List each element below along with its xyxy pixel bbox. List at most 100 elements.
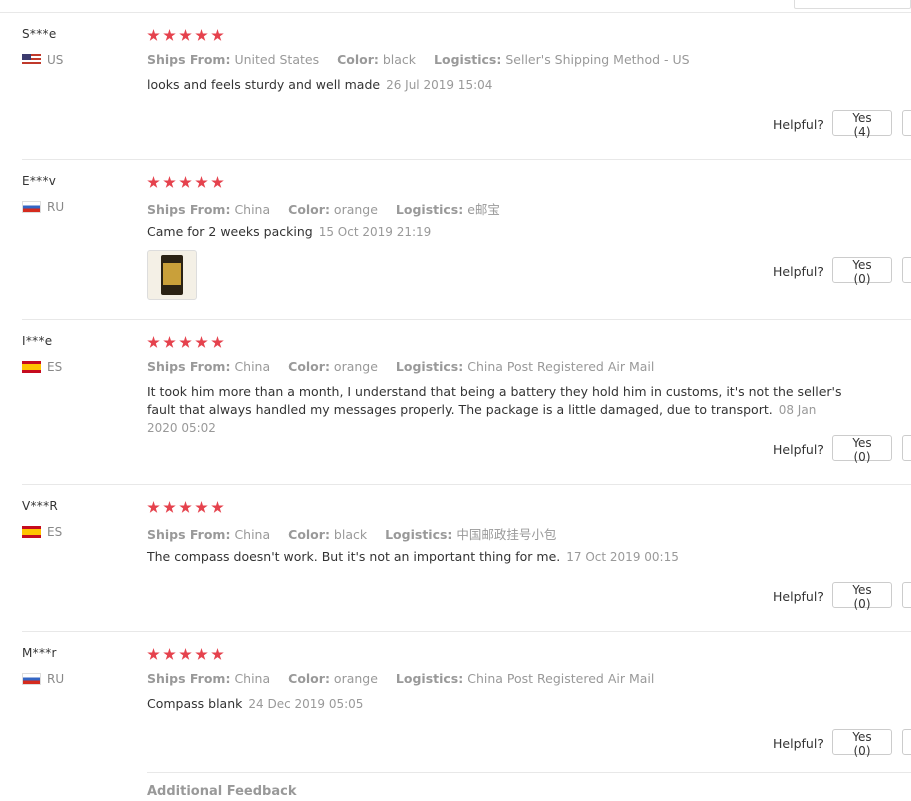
helpful-yes-button[interactable]: Yes (4) (832, 110, 892, 139)
ships-from-value: China (234, 671, 271, 686)
logistics-value: China Post Registered Air Mail (467, 359, 655, 374)
star-icon (195, 648, 208, 660)
logistics-label: Logistics: (434, 52, 502, 67)
additional-feedback-heading: Additional Feedback (147, 784, 297, 799)
logistics-value: 中国邮政挂号小包 (456, 527, 557, 542)
star-icon (147, 648, 160, 660)
star-icon (179, 29, 192, 41)
star-icon (195, 501, 208, 513)
country-code: RU (47, 200, 65, 214)
color-value: black (333, 527, 368, 542)
star-icon (211, 648, 224, 660)
country-code: ES (47, 525, 63, 539)
logistics-label: Logistics: (385, 527, 453, 542)
review-text: looks and feels sturdy and well made 26 J… (147, 76, 847, 94)
star-icon (179, 501, 192, 513)
ships-from-label: Ships From: (147, 52, 231, 67)
reviewer-country: RU (22, 672, 64, 686)
es-flag-icon (22, 361, 41, 373)
review-meta: Ships From: China Color: orange Logistic… (147, 671, 668, 686)
product-photo (161, 255, 183, 295)
star-icon (179, 176, 192, 188)
color-value: orange (333, 359, 378, 374)
review-text: It took him more than a month, I underst… (147, 383, 847, 437)
star-icon (163, 336, 176, 348)
color-value: orange (333, 202, 378, 217)
star-icon (163, 29, 176, 41)
star-icon (211, 501, 224, 513)
star-icon (163, 501, 176, 513)
star-rating (147, 336, 224, 349)
star-icon (211, 336, 224, 348)
country-code: US (47, 53, 64, 67)
review-body: It took him more than a month, I underst… (147, 384, 842, 417)
review-date: 26 Jul 2019 15:04 (386, 78, 493, 92)
star-icon (211, 176, 224, 188)
ships-from-label: Ships From: (147, 527, 231, 542)
review-date: 15 Oct 2019 21:19 (318, 225, 432, 239)
helpful-yes-button[interactable]: Yes (0) (832, 582, 892, 611)
divider (22, 631, 911, 632)
us-flag-icon (22, 54, 41, 66)
ships-from-value: United States (234, 52, 320, 67)
reviewer-country: ES (22, 360, 62, 374)
divider (147, 772, 911, 773)
star-icon (195, 336, 208, 348)
helpful-label: Helpful? (773, 736, 824, 751)
review-photo-thumbnail[interactable] (147, 250, 197, 300)
star-icon (211, 29, 224, 41)
ships-from-value: China (234, 202, 271, 217)
review-text: The compass doesn't work. But it's not a… (147, 548, 847, 566)
helpful-no-button[interactable] (902, 110, 911, 136)
review-meta: Ships From: China Color: orange Logistic… (147, 359, 668, 374)
helpful-yes-button[interactable]: Yes (0) (832, 257, 892, 286)
top-toolbar (0, 0, 911, 13)
logistics-value: Seller's Shipping Method - US (505, 52, 690, 67)
review-body: looks and feels sturdy and well made (147, 77, 381, 92)
color-value: orange (333, 671, 378, 686)
star-icon (195, 29, 208, 41)
logistics-value: China Post Registered Air Mail (467, 671, 655, 686)
helpful-label: Helpful? (773, 264, 824, 279)
helpful-no-button[interactable] (902, 257, 911, 283)
star-icon (147, 501, 160, 513)
divider (22, 159, 911, 160)
star-rating (147, 501, 224, 514)
reviewer-name: E***v (22, 174, 57, 188)
review-meta: Ships From: China Color: orange Logistic… (147, 199, 514, 218)
review-date: 17 Oct 2019 00:15 (566, 550, 679, 564)
ships-from-label: Ships From: (147, 671, 231, 686)
color-label: Color: (288, 671, 330, 686)
star-rating (147, 176, 224, 189)
logistics-value: e邮宝 (467, 202, 500, 217)
review-date: 24 Dec 2019 05:05 (248, 697, 364, 711)
helpful-label: Helpful? (773, 442, 824, 457)
review-meta: Ships From: United States Color: black L… (147, 52, 704, 67)
reviewer-name: I***e (22, 334, 53, 348)
divider (22, 319, 911, 320)
ru-flag-icon (22, 673, 41, 685)
helpful-no-button[interactable] (902, 582, 911, 608)
reviewer-name: V***R (22, 499, 59, 513)
color-label: Color: (288, 202, 330, 217)
review-body: The compass doesn't work. But it's not a… (147, 549, 561, 564)
star-icon (163, 176, 176, 188)
helpful-yes-button[interactable]: Yes (0) (832, 435, 892, 464)
ships-from-value: China (234, 359, 271, 374)
reviewer-country: US (22, 53, 63, 67)
reviewer-name: S***e (22, 27, 57, 41)
country-code: ES (47, 360, 63, 374)
helpful-no-button[interactable] (902, 729, 911, 755)
helpful-yes-button[interactable]: Yes (0) (832, 729, 892, 758)
color-label: Color: (337, 52, 379, 67)
reviewer-country: ES (22, 525, 62, 539)
review-body: Compass blank (147, 696, 243, 711)
star-icon (147, 336, 160, 348)
star-icon (163, 648, 176, 660)
review-body: Came for 2 weeks packing (147, 224, 313, 239)
es-flag-icon (22, 526, 41, 538)
helpful-no-button[interactable] (902, 435, 911, 461)
sort-select[interactable] (794, 0, 911, 9)
star-icon (179, 648, 192, 660)
ships-from-label: Ships From: (147, 202, 231, 217)
